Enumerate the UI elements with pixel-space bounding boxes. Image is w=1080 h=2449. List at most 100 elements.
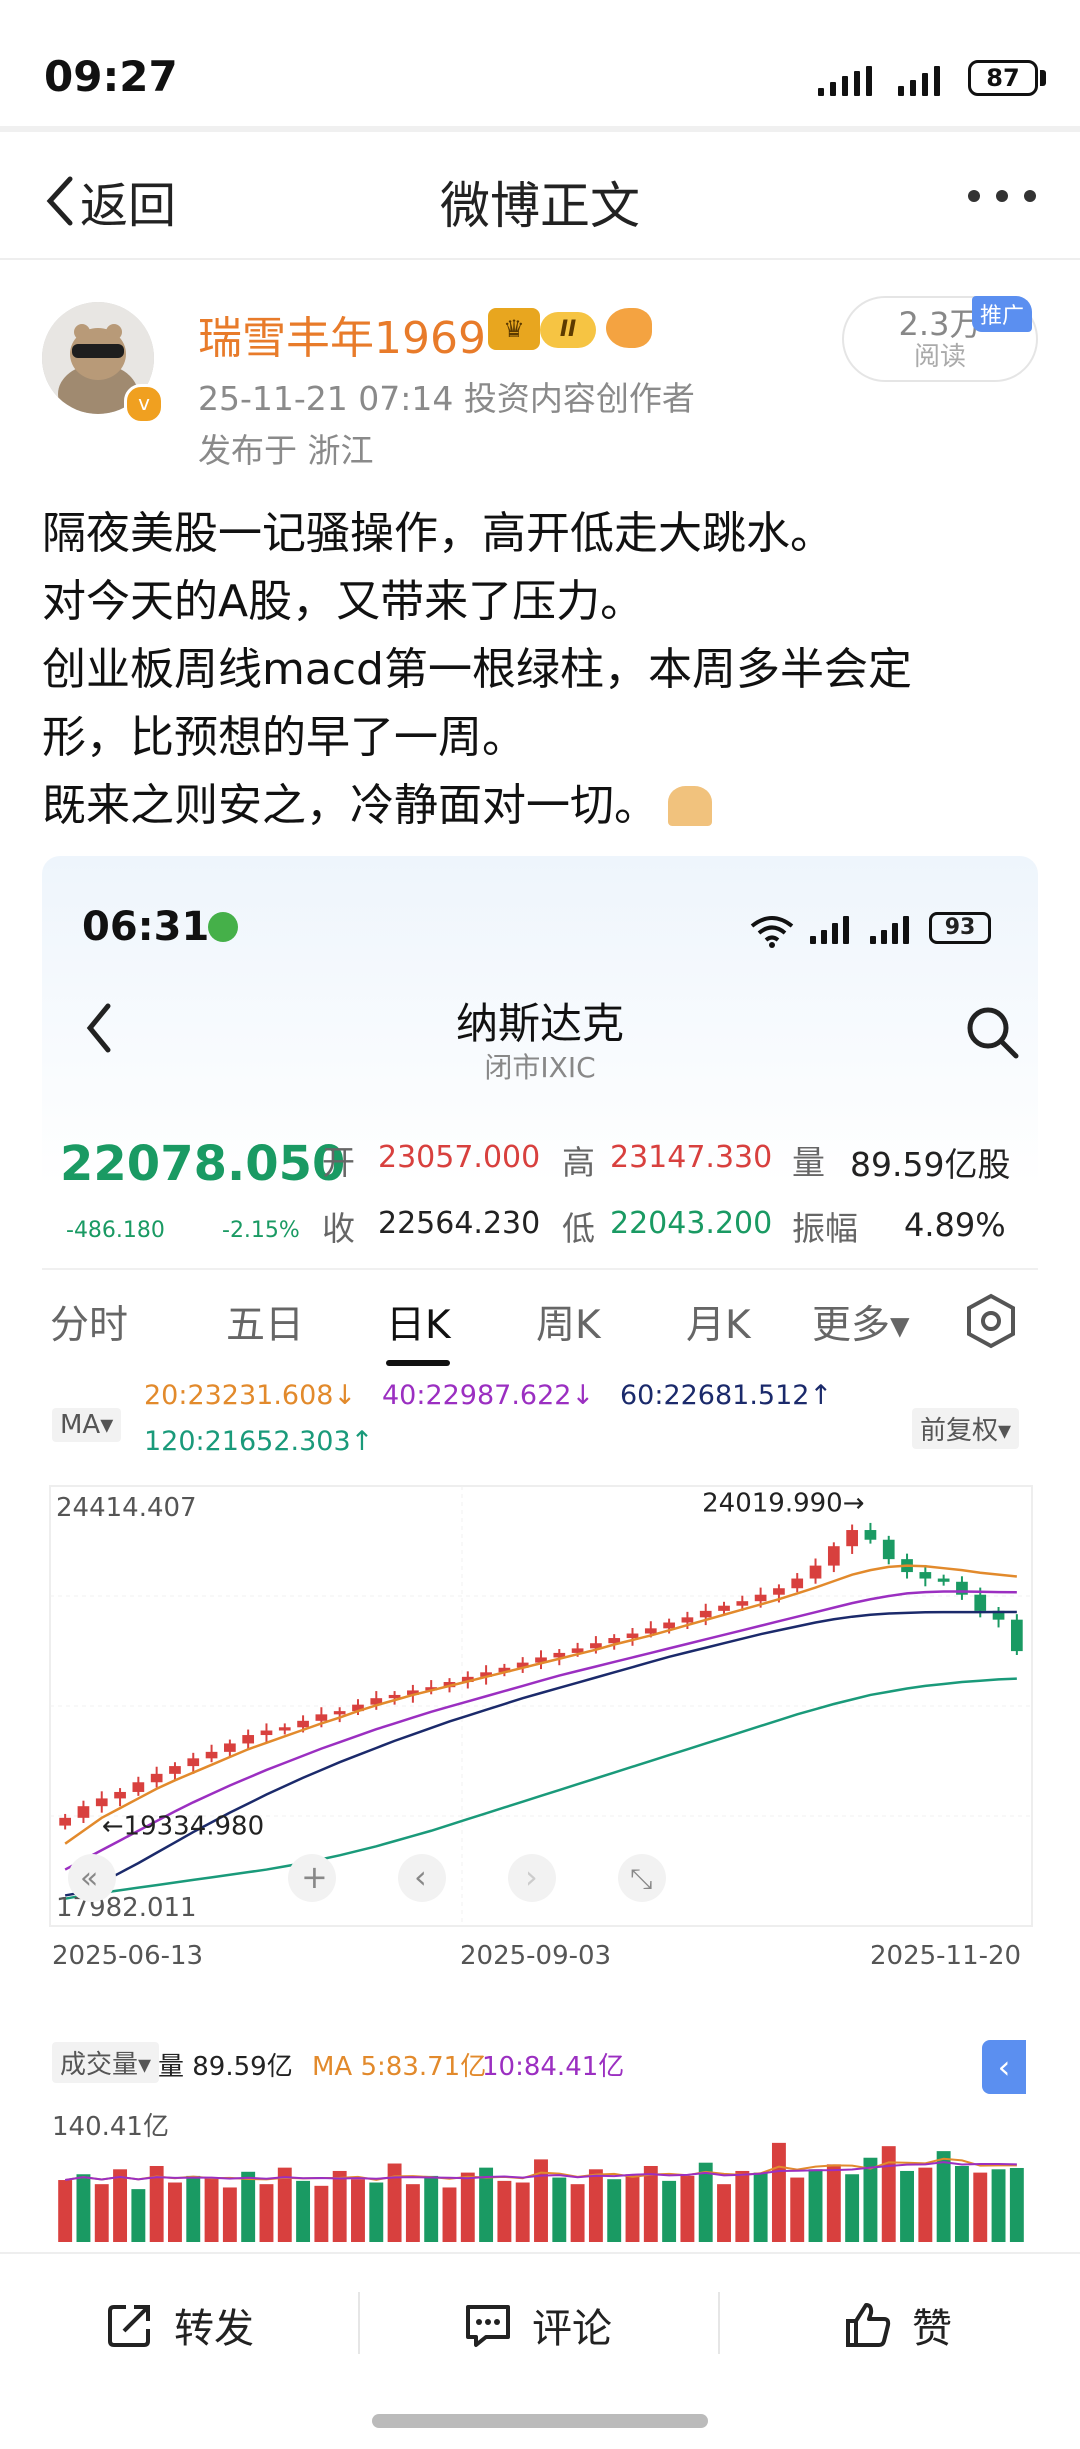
high-annotation: 24019.990→ <box>702 1489 864 1519</box>
volume-bar <box>826 2164 841 2242</box>
side-collapse-button[interactable]: ‹ <box>982 2040 1026 2094</box>
volume-bar <box>113 2169 128 2242</box>
volume-bar <box>936 2151 951 2242</box>
candle-body <box>95 1798 108 1807</box>
volume-bar <box>424 2175 439 2242</box>
volume-bar <box>351 2179 365 2242</box>
post-line: 对今天的A股，又带来了压力。 <box>42 576 645 627</box>
volume-bar <box>314 2185 329 2242</box>
x-tick-label: 2025-06-13 <box>52 1941 203 1971</box>
candle-body <box>333 1711 346 1715</box>
post-meta: 25-11-21 07:14 投资内容创作者 <box>198 379 695 418</box>
post-line: 形，比预想的早了一周。 <box>42 712 526 763</box>
volume-bar <box>863 2157 878 2242</box>
candle-body <box>260 1730 273 1736</box>
ma40-legend: 40:22987.622↓ <box>382 1380 595 1411</box>
high-label: 高 <box>562 1143 595 1182</box>
comment-button[interactable]: 评论 <box>462 2296 612 2354</box>
tab-intraday[interactable]: 分时 <box>50 1294 128 1350</box>
volume-chart <box>58 2142 1024 2242</box>
wifi-icon <box>750 916 794 948</box>
candle-body <box>242 1735 255 1744</box>
tab-five-day[interactable]: 五日 <box>226 1294 304 1350</box>
open-label: 开 <box>322 1143 355 1182</box>
more-options-icon[interactable] <box>968 190 1036 202</box>
amplitude-label: 振幅 <box>792 1209 858 1248</box>
username[interactable]: 瑞雪丰年1969 <box>198 302 486 366</box>
volume-bar <box>735 2170 750 2242</box>
x-tick-label: 2025-11-20 <box>870 1941 1021 1971</box>
stock-price: 22078.050 <box>60 1136 346 1192</box>
volume-bar <box>222 2187 237 2242</box>
candle-body <box>1010 1619 1023 1652</box>
chart-settings-icon[interactable] <box>962 1292 1020 1350</box>
candle-body <box>754 1594 767 1602</box>
volume-bar <box>570 2184 585 2242</box>
tab-weekly-k[interactable]: 周K <box>536 1294 601 1350</box>
candle-body <box>297 1720 309 1728</box>
candle-body <box>187 1758 200 1767</box>
volume-label: 量 <box>792 1143 825 1182</box>
candle-body <box>699 1610 712 1618</box>
volume-value: 89.59亿股 <box>850 1145 1011 1184</box>
low-annotation: ←19334.980 <box>102 1812 264 1842</box>
volume-bar <box>808 2169 823 2242</box>
candle-body <box>77 1806 90 1818</box>
volume-selector[interactable]: 成交量▾ <box>52 2042 160 2083</box>
ma-selector[interactable]: MA▾ <box>52 1408 122 1442</box>
candle-body <box>718 1605 730 1611</box>
action-divider <box>718 2292 720 2354</box>
level-badge: II <box>540 312 596 348</box>
x-tick-label: 2025-09-03 <box>460 1941 611 1971</box>
volume-bar <box>442 2187 457 2242</box>
volume-bar <box>552 2177 567 2242</box>
candlestick-chart[interactable]: 24414.407 17982.011 24019.990→ ←19334.98… <box>42 1476 1038 2036</box>
y-min-label: 17982.011 <box>56 1893 197 1923</box>
volume-bar <box>241 2171 256 2242</box>
embedded-signal-icon-2 <box>870 914 916 944</box>
ma20-legend: 20:23231.608↓ <box>144 1380 357 1411</box>
embedded-stock-screenshot[interactable]: 06:31 93 纳斯达克 闭市IXIC 22078.050 -486.180 … <box>42 856 1038 2246</box>
volume-bar <box>717 2184 731 2242</box>
candle-body <box>791 1578 804 1589</box>
volume-bar <box>387 2163 402 2242</box>
volume-bar <box>479 2167 494 2242</box>
battery-tip <box>1040 70 1046 86</box>
tab-monthly-k[interactable]: 月K <box>686 1294 751 1350</box>
app-indicator-icon <box>208 912 238 942</box>
candle-body <box>315 1714 328 1721</box>
embedded-status-time: 06:31 <box>82 904 210 950</box>
volume-bar <box>259 2184 274 2242</box>
volume-legend: 量 89.59亿 <box>158 2052 293 2082</box>
ma120-legend: 120:21652.303↑ <box>144 1426 374 1457</box>
stock-change: -486.180 <box>66 1218 165 1243</box>
search-icon[interactable] <box>964 1004 1020 1060</box>
tab-more[interactable]: 更多▾ <box>812 1294 910 1350</box>
embedded-battery-icon: 93 <box>929 912 991 944</box>
crown-icon: ♛ <box>488 308 540 350</box>
volume-ma10-legend: 10:84.41亿 <box>482 2052 625 2082</box>
ma60-legend: 60:22681.512↑ <box>620 1380 833 1411</box>
actions-separator <box>0 2252 1080 2254</box>
close-label: 收 <box>322 1209 355 1248</box>
candle-body <box>150 1773 163 1783</box>
promo-tag[interactable]: 推广 <box>972 296 1033 332</box>
candle-body <box>205 1751 218 1759</box>
like-button[interactable]: 赞 <box>842 2296 952 2354</box>
candle-body <box>132 1782 145 1792</box>
repost-button[interactable]: 转发 <box>104 2296 254 2354</box>
low-value: 22043.200 <box>610 1206 773 1241</box>
adjust-selector[interactable]: 前复权▾ <box>912 1408 1020 1449</box>
volume-bar <box>973 2172 988 2242</box>
candle-body <box>59 1817 72 1826</box>
candle-body <box>681 1617 694 1623</box>
volume-bar <box>131 2189 146 2242</box>
tab-daily-k[interactable]: 日K <box>386 1294 451 1350</box>
comment-icon <box>466 2305 510 2347</box>
volume-bar <box>771 2142 786 2242</box>
candle-body <box>773 1588 785 1595</box>
active-tab-indicator <box>386 1360 450 1366</box>
post-line: 既来之则安之，冷静面对一切。 <box>42 780 658 831</box>
battery-icon: 87 <box>968 60 1038 96</box>
candle-body <box>827 1546 840 1566</box>
